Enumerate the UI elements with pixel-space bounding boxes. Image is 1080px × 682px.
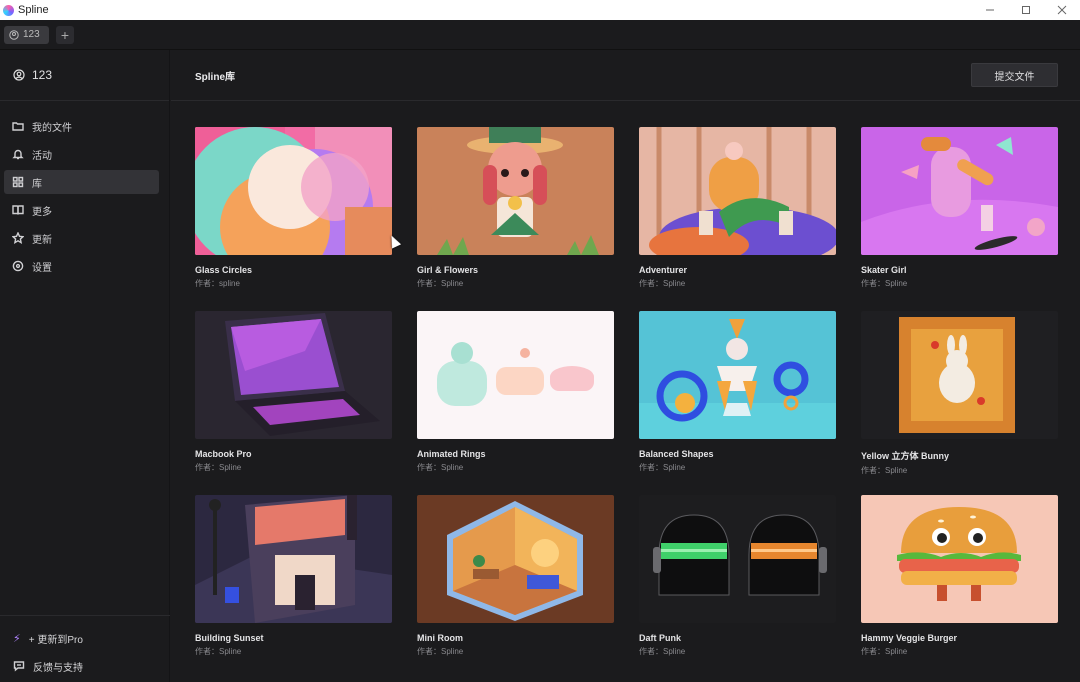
sidebar-item-label: 我的文件 — [32, 122, 72, 134]
library-card-mini-room[interactable]: Mini Room 作者：Spline — [417, 495, 614, 657]
sidebar-nav: 我的文件 活动 库 更多 更新 设置 — [0, 101, 169, 278]
library-card-building-sunset[interactable]: Building Sunset 作者：Spline — [195, 495, 392, 657]
card-thumbnail[interactable] — [195, 311, 392, 439]
card-title: Yellow 立方体 Bunny — [861, 451, 950, 461]
card-thumbnail[interactable] — [861, 495, 1058, 623]
card-title: Building Sunset — [195, 633, 264, 643]
card-author: 作者：Spline — [861, 647, 908, 656]
user-profile[interactable]: 123 — [0, 50, 169, 101]
spline-logo-icon — [3, 4, 14, 16]
sidebar-item-settings[interactable]: 设置 — [4, 254, 159, 278]
library-card-girl-flowers[interactable]: Girl & Flowers 作者：Spline — [417, 127, 614, 289]
card-thumbnail[interactable] — [417, 127, 614, 255]
sidebar-item-my-files[interactable]: 我的文件 — [4, 114, 159, 138]
settings-icon — [12, 260, 24, 272]
sidebar-item-activity[interactable]: 活动 — [4, 142, 159, 166]
card-author: 作者：Spline — [861, 279, 908, 288]
card-author: 作者：Spline — [195, 647, 242, 656]
card-author: 作者：spline — [195, 279, 240, 288]
star-icon — [12, 232, 24, 244]
card-author: 作者：Spline — [639, 463, 686, 472]
card-thumbnail[interactable] — [861, 127, 1058, 255]
card-title: Mini Room — [417, 633, 463, 643]
library-card-yellow-bunny[interactable]: Yellow 立方体 Bunny 作者：Spline — [861, 311, 1058, 476]
book-icon — [12, 205, 24, 215]
card-thumbnail[interactable] — [639, 311, 836, 439]
sidebar-item-more[interactable]: 更多 — [4, 198, 159, 222]
library-card-hammy-veggie-burger[interactable]: Hammy Veggie Burger 作者：Spline — [861, 495, 1058, 657]
close-button[interactable] — [1044, 0, 1080, 20]
sidebar-item-label: 库 — [32, 178, 42, 190]
upgrade-pro-button[interactable]: ⚡ + 更新到Pro — [0, 626, 170, 650]
user-icon — [13, 69, 25, 81]
library-card-adventurer[interactable]: Adventurer 作者：Spline — [639, 127, 836, 289]
sidebar-item-label: 更新 — [32, 234, 52, 246]
bell-icon — [12, 149, 24, 160]
card-thumbnail[interactable] — [195, 127, 392, 255]
page-title: Spline库 — [195, 71, 236, 83]
card-title: Animated Rings — [417, 449, 486, 459]
add-tab-button[interactable]: + — [56, 25, 74, 44]
card-title: Glass Circles — [195, 265, 253, 275]
maximize-icon — [1022, 6, 1030, 14]
user-tab[interactable]: 123 — [4, 25, 49, 44]
sidebar-item-label: 设置 — [32, 262, 52, 274]
card-author: 作者：Spline — [639, 647, 686, 656]
library-card-skater-girl[interactable]: Skater Girl 作者：Spline — [861, 127, 1058, 289]
sidebar: 123 我的文件 活动 库 更多 更新 设置 ⚡ + 更新到Pro 反馈与支持 — [0, 50, 170, 682]
sidebar-footer: ⚡ + 更新到Pro 反馈与支持 — [0, 615, 170, 682]
user-icon — [9, 29, 19, 40]
card-thumbnail[interactable] — [639, 127, 836, 255]
card-title: Balanced Shapes — [639, 449, 714, 459]
card-thumbnail[interactable] — [861, 311, 1058, 439]
sidebar-item-updates[interactable]: 更新 — [4, 226, 159, 250]
main-header: Spline库 提交文件 — [171, 50, 1080, 101]
minimize-icon — [986, 9, 994, 11]
close-icon — [1057, 5, 1067, 15]
library-card-balanced-shapes[interactable]: Balanced Shapes 作者：Spline — [639, 311, 836, 473]
app-title: Spline — [18, 4, 49, 16]
card-title: Skater Girl — [861, 265, 907, 275]
card-title: Hammy Veggie Burger — [861, 633, 958, 643]
library-card-glass-circles[interactable]: Glass Circles 作者：spline — [195, 127, 392, 289]
card-title: Macbook Pro — [195, 449, 252, 459]
user-tab-label: 123 — [23, 29, 40, 40]
window-controls — [972, 0, 1080, 20]
maximize-button[interactable] — [1008, 0, 1044, 20]
title-bar: Spline — [0, 0, 1080, 20]
card-title: Girl & Flowers — [417, 265, 479, 275]
feedback-label: 反馈与支持 — [33, 662, 83, 674]
main-content: Spline库 提交文件 Glass Circles 作者：spline Gir… — [171, 50, 1080, 682]
tab-strip: 123 + — [0, 20, 1080, 50]
card-author: 作者：Spline — [195, 463, 242, 472]
card-author: 作者：Spline — [861, 466, 908, 475]
sidebar-item-label: 更多 — [32, 206, 52, 218]
card-thumbnail[interactable] — [417, 495, 614, 623]
card-thumbnail[interactable] — [417, 311, 614, 439]
card-title: Daft Punk — [639, 633, 682, 643]
submit-file-button[interactable]: 提交文件 — [971, 63, 1058, 87]
library-card-daft-punk[interactable]: Daft Punk 作者：Spline — [639, 495, 836, 657]
grid-icon — [12, 176, 24, 188]
folder-icon — [12, 122, 24, 131]
card-author: 作者：Spline — [417, 279, 464, 288]
card-author: 作者：Spline — [417, 463, 464, 472]
minimize-button[interactable] — [972, 0, 1008, 20]
sidebar-item-label: 活动 — [32, 150, 52, 162]
card-author: 作者：Spline — [639, 279, 686, 288]
feedback-button[interactable]: 反馈与支持 — [0, 654, 170, 678]
library-card-macbook-pro[interactable]: Macbook Pro 作者：Spline — [195, 311, 392, 473]
sidebar-item-library[interactable]: 库 — [4, 170, 159, 194]
chat-icon — [13, 661, 25, 672]
card-thumbnail[interactable] — [639, 495, 836, 623]
library-card-animated-rings[interactable]: Animated Rings 作者：Spline — [417, 311, 614, 473]
upgrade-pro-label: + 更新到Pro — [28, 634, 83, 646]
card-author: 作者：Spline — [417, 647, 464, 656]
card-thumbnail[interactable] — [195, 495, 392, 623]
lightning-icon: ⚡ — [13, 632, 21, 645]
username: 123 — [32, 68, 53, 82]
card-title: Adventurer — [639, 265, 688, 275]
